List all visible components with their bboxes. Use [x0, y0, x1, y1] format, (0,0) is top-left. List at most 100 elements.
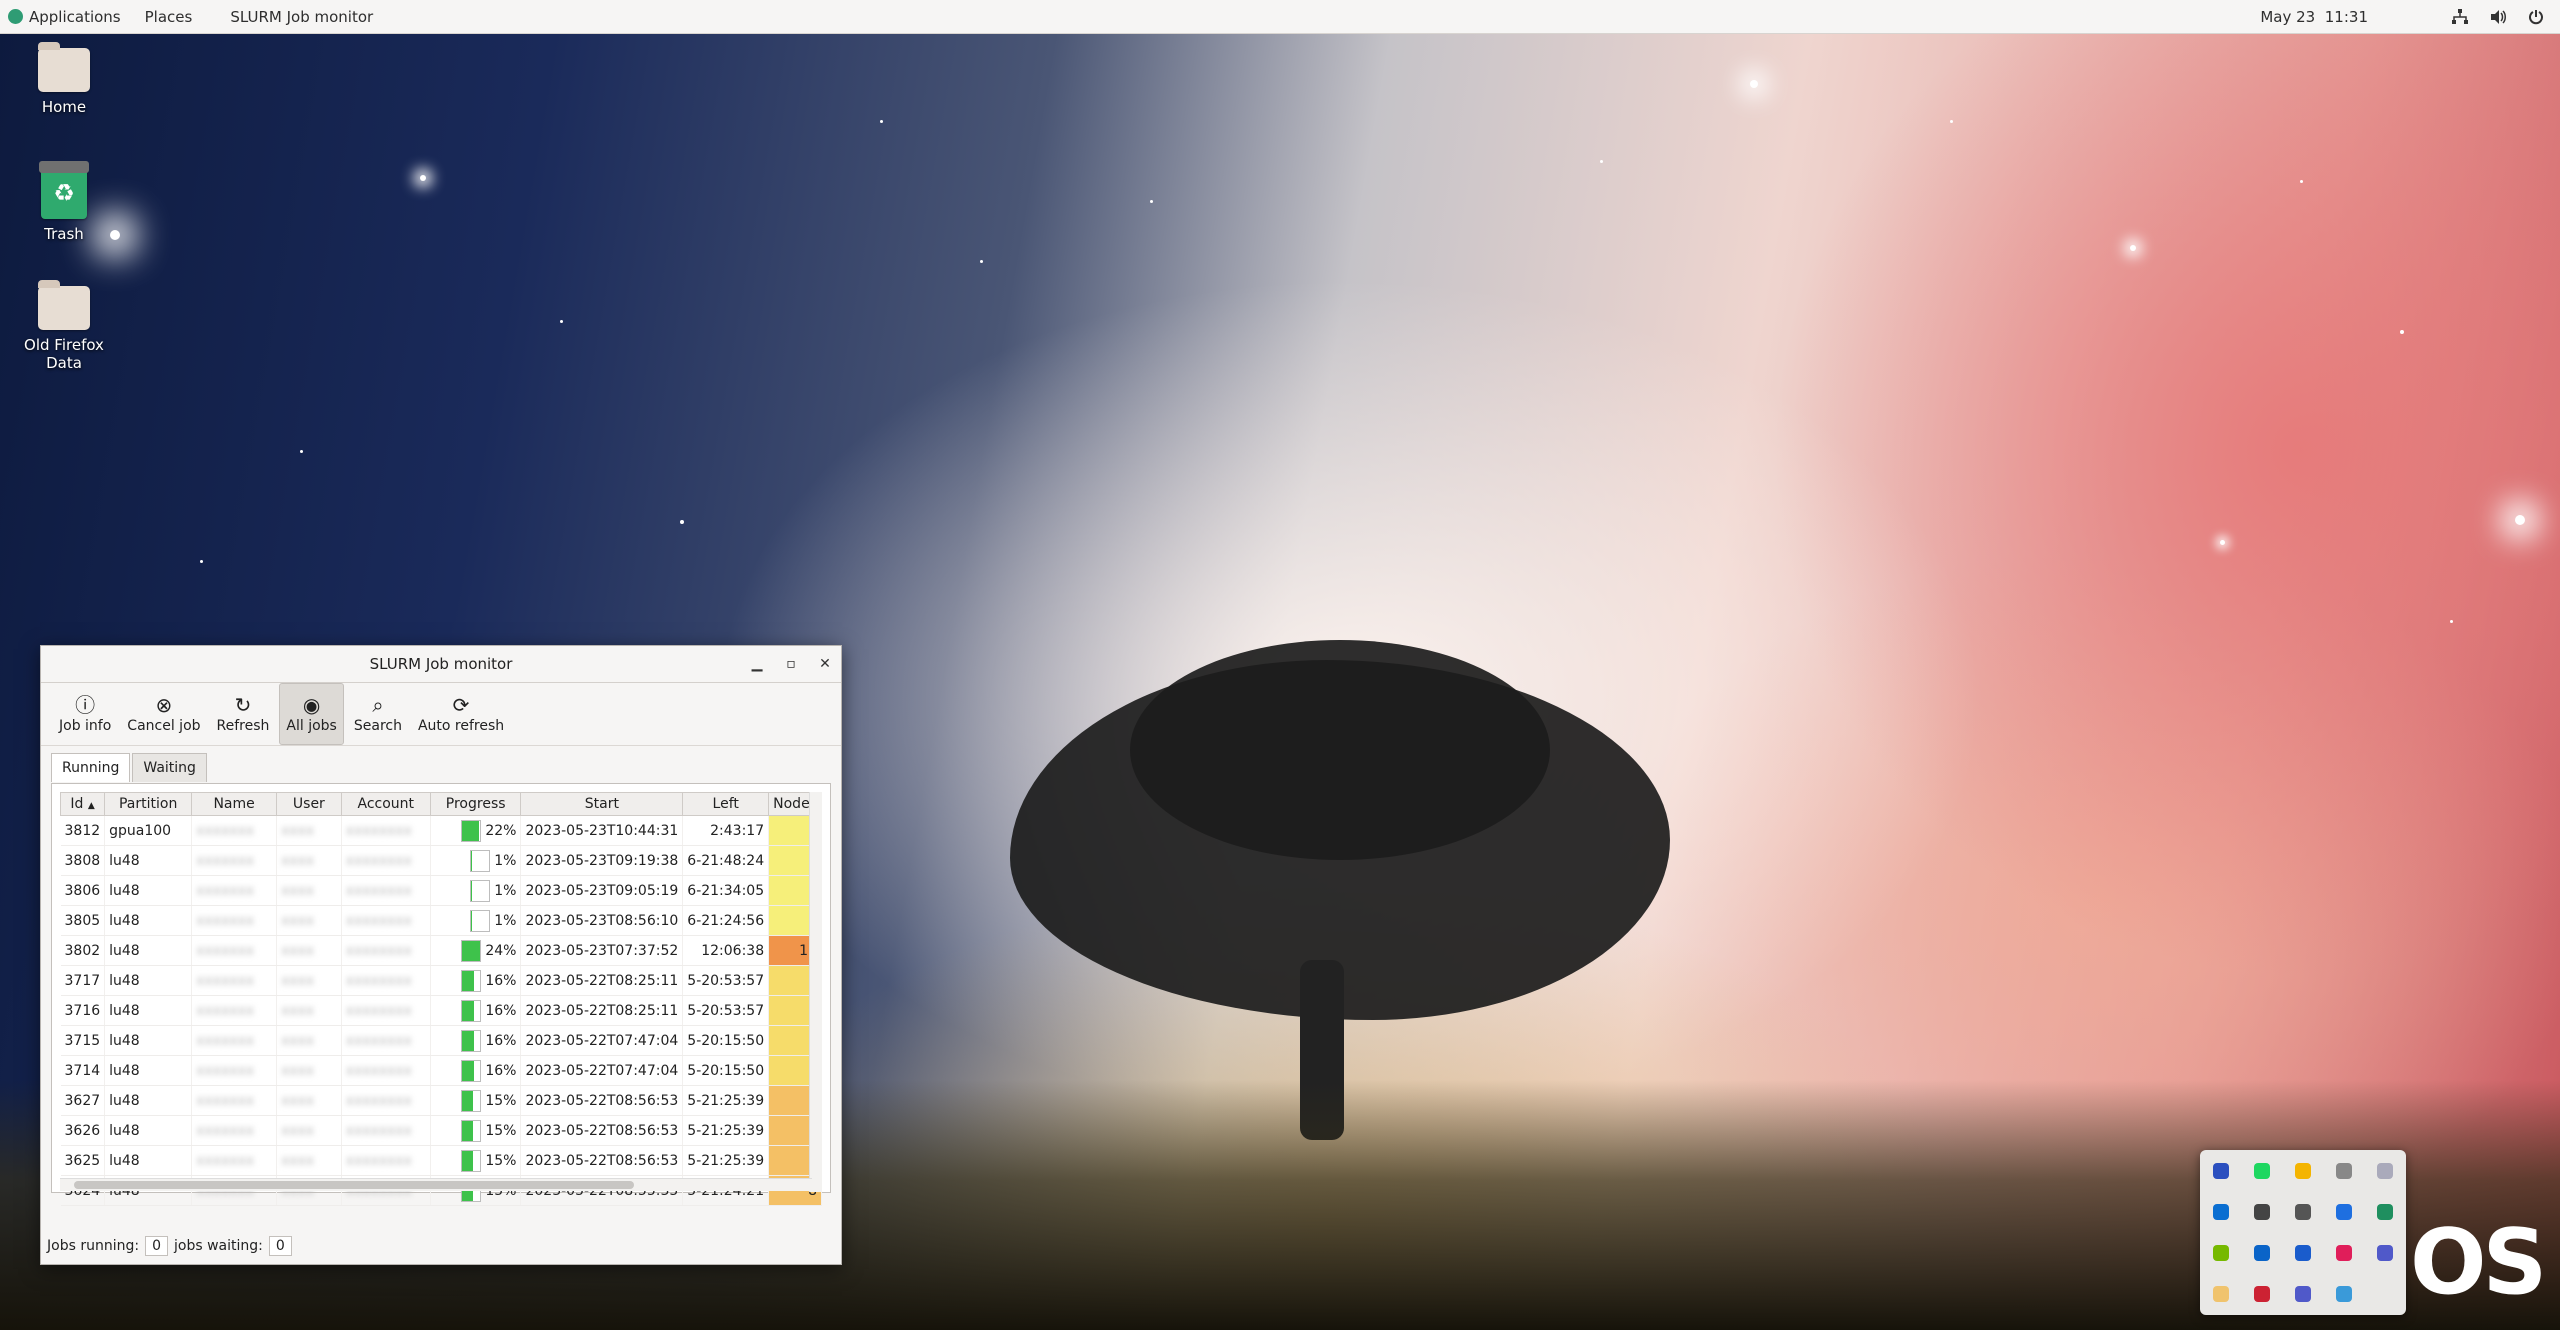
cell-progress: 24%: [430, 935, 522, 966]
table-row[interactable]: 3805 lu48 xxxxxxx xxxx xxxxxxxx 1% 2023-05-23T…: [60, 905, 822, 936]
cell-id: 3627: [60, 1085, 106, 1116]
cell-partition: lu48: [104, 995, 193, 1026]
table-row[interactable]: 3802 lu48 xxxxxxx xxxx xxxxxxxx 24% 2023-05-23…: [60, 935, 822, 966]
cell-account-redacted: xxxxxxxx: [341, 965, 431, 996]
cell-partition: lu48: [104, 1025, 193, 1056]
table-row[interactable]: 3717 lu48 xxxxxxx xxxx xxxxxxxx 16% 2023-05-22…: [60, 965, 822, 996]
column-header-account[interactable]: Account: [340, 792, 431, 816]
cell-progress: 16%: [430, 1055, 522, 1086]
cell-partition: lu48: [104, 1055, 193, 1086]
table-row[interactable]: 3812 gpua100 xxxxxxx xxxx xxxxxxxx 22% 2023-05…: [60, 815, 822, 846]
minimize-icon[interactable]: ▁: [749, 656, 765, 672]
table-header-row: Id ▲ Partition Name User Account Progres…: [60, 792, 822, 816]
sort-ascending-icon: ▲: [87, 801, 95, 811]
running-jobs-pane: Id ▲ Partition Name User Account Progres…: [51, 783, 831, 1206]
vpn-icon[interactable]: [2336, 1162, 2353, 1179]
slack-icon[interactable]: [2336, 1245, 2353, 1262]
all-jobs-toggle[interactable]: ◉ All jobs: [279, 683, 344, 745]
column-header-left[interactable]: Left: [682, 792, 770, 816]
cloud-icon[interactable]: [2253, 1203, 2270, 1220]
auto-refresh-toggle[interactable]: ⟳ Auto refresh: [412, 684, 510, 744]
cell-id: 3806: [60, 875, 106, 906]
distro-logo-icon[interactable]: [8, 9, 23, 24]
table-row[interactable]: 3806 lu48 xxxxxxx xxxx xxxxxxxx 1% 2023-05-23T…: [60, 875, 822, 906]
vertical-scrollbar[interactable]: [809, 792, 822, 1192]
table-row[interactable]: 3808 lu48 xxxxxxx xxxx xxxxxxxx 1% 2023-05-23T…: [60, 845, 822, 876]
progress-bar: [470, 879, 491, 902]
chrome-icon[interactable]: [2253, 1286, 2270, 1303]
drive-icon[interactable]: [2294, 1162, 2311, 1179]
desktop-icon-old-firefox-data[interactable]: Old Firefox Data: [4, 280, 124, 372]
table-row[interactable]: 3715 lu48 xxxxxxx xxxx xxxxxxxx 16% 2023-05-22…: [60, 1025, 822, 1056]
cell-user-redacted: xxxx: [276, 905, 342, 936]
applications-menu[interactable]: Applications: [29, 8, 133, 26]
cloud2-icon[interactable]: [2336, 1286, 2353, 1303]
cell-account-redacted: xxxxxxxx: [341, 995, 431, 1026]
column-header-user[interactable]: User: [276, 792, 342, 816]
cell-start: 2023-05-23T09:19:38: [520, 845, 684, 876]
telegram-icon[interactable]: [2212, 1162, 2229, 1179]
cancel-icon: ⊗: [155, 693, 173, 717]
cell-partition: gpua100: [104, 815, 193, 846]
table-row[interactable]: 3627 lu48 xxxxxxx xxxx xxxxxxxx 15% 2023-05-22…: [60, 1085, 822, 1116]
progress-bar: [461, 1089, 482, 1112]
cell-start: 2023-05-22T08:56:53: [520, 1115, 684, 1146]
places-menu[interactable]: Places: [133, 8, 205, 26]
desktop-icon-trash[interactable]: ♻ Trash: [4, 161, 124, 243]
cell-progress: 1%: [430, 845, 522, 876]
column-header-partition[interactable]: Partition: [104, 792, 193, 816]
volume-icon[interactable]: [2490, 9, 2506, 25]
close-icon[interactable]: ✕: [817, 656, 833, 672]
cell-user-redacted: xxxx: [276, 815, 342, 846]
progress-text: 15%: [485, 1092, 517, 1109]
clock[interactable]: May 23 11:31: [2260, 8, 2368, 26]
cell-user-redacted: xxxx: [276, 995, 342, 1026]
auto-refresh-icon: ⟳: [452, 693, 470, 717]
search-icon: ⌕: [372, 693, 384, 717]
maximize-icon[interactable]: ▫: [783, 656, 799, 672]
window-title: SLURM Job monitor: [369, 655, 513, 673]
progress-bar: [461, 1029, 482, 1052]
nvidia-icon[interactable]: [2212, 1245, 2229, 1262]
usb-icon[interactable]: [2294, 1203, 2311, 1220]
tab-running[interactable]: Running: [51, 753, 131, 782]
cell-name-redacted: xxxxxxx: [191, 875, 278, 906]
tab-waiting[interactable]: Waiting: [132, 753, 207, 782]
cell-id: 3625: [60, 1145, 106, 1176]
cell-left: 2:43:17: [682, 815, 770, 846]
all-jobs-label: All jobs: [286, 718, 337, 734]
cancel-job-button[interactable]: ⊗ Cancel job: [121, 684, 206, 744]
network-icon[interactable]: [2452, 8, 2468, 25]
onedrive-icon[interactable]: [2212, 1203, 2229, 1220]
refresh-button[interactable]: ↻ Refresh: [211, 684, 276, 744]
titlebar[interactable]: SLURM Job monitor ▁ ▫ ✕: [41, 646, 841, 683]
column-header-start[interactable]: Start: [520, 792, 684, 816]
column-header-progress[interactable]: Progress: [429, 792, 522, 816]
security-icon[interactable]: [2377, 1203, 2394, 1220]
cell-left: 5-20:15:50: [682, 1055, 770, 1086]
column-header-id[interactable]: Id ▲: [60, 792, 106, 816]
mail-icon[interactable]: [2212, 1286, 2229, 1303]
job-info-button[interactable]: ⓘ Job info: [53, 684, 117, 744]
teams-icon[interactable]: [2377, 1245, 2394, 1262]
horizontal-scrollbar[interactable]: [60, 1178, 812, 1191]
spotify-icon[interactable]: [2253, 1162, 2270, 1179]
taskbar-active-window[interactable]: SLURM Job monitor: [204, 8, 385, 26]
table-row[interactable]: 3625 lu48 xxxxxxx xxxx xxxxxxxx 15% 2023-05-22…: [60, 1145, 822, 1176]
cell-left: 6-21:24:56: [682, 905, 770, 936]
outlook-icon[interactable]: [2253, 1245, 2270, 1262]
search-button[interactable]: ⌕ Search: [348, 684, 408, 744]
status-icon[interactable]: [2377, 1162, 2394, 1179]
teams2-icon[interactable]: [2294, 1286, 2311, 1303]
table-row[interactable]: 3626 lu48 xxxxxxx xxxx xxxxxxxx 15% 2023-05-22…: [60, 1115, 822, 1146]
status-bar: Jobs running: 0 jobs waiting: 0: [47, 1234, 292, 1258]
box-icon[interactable]: [2294, 1245, 2311, 1262]
cell-left: 6-21:34:05: [682, 875, 770, 906]
table-row[interactable]: 3716 lu48 xxxxxxx xxxx xxxxxxxx 16% 2023-05-22…: [60, 995, 822, 1026]
bluetooth-icon[interactable]: [2336, 1203, 2353, 1220]
desktop-icon-home[interactable]: Home: [4, 42, 124, 116]
power-icon[interactable]: [2528, 9, 2544, 25]
column-header-name[interactable]: Name: [191, 792, 278, 816]
table-row[interactable]: 3714 lu48 xxxxxxx xxxx xxxxxxxx 16% 2023-05-22…: [60, 1055, 822, 1086]
jobs-waiting-count: 0: [268, 1236, 292, 1256]
